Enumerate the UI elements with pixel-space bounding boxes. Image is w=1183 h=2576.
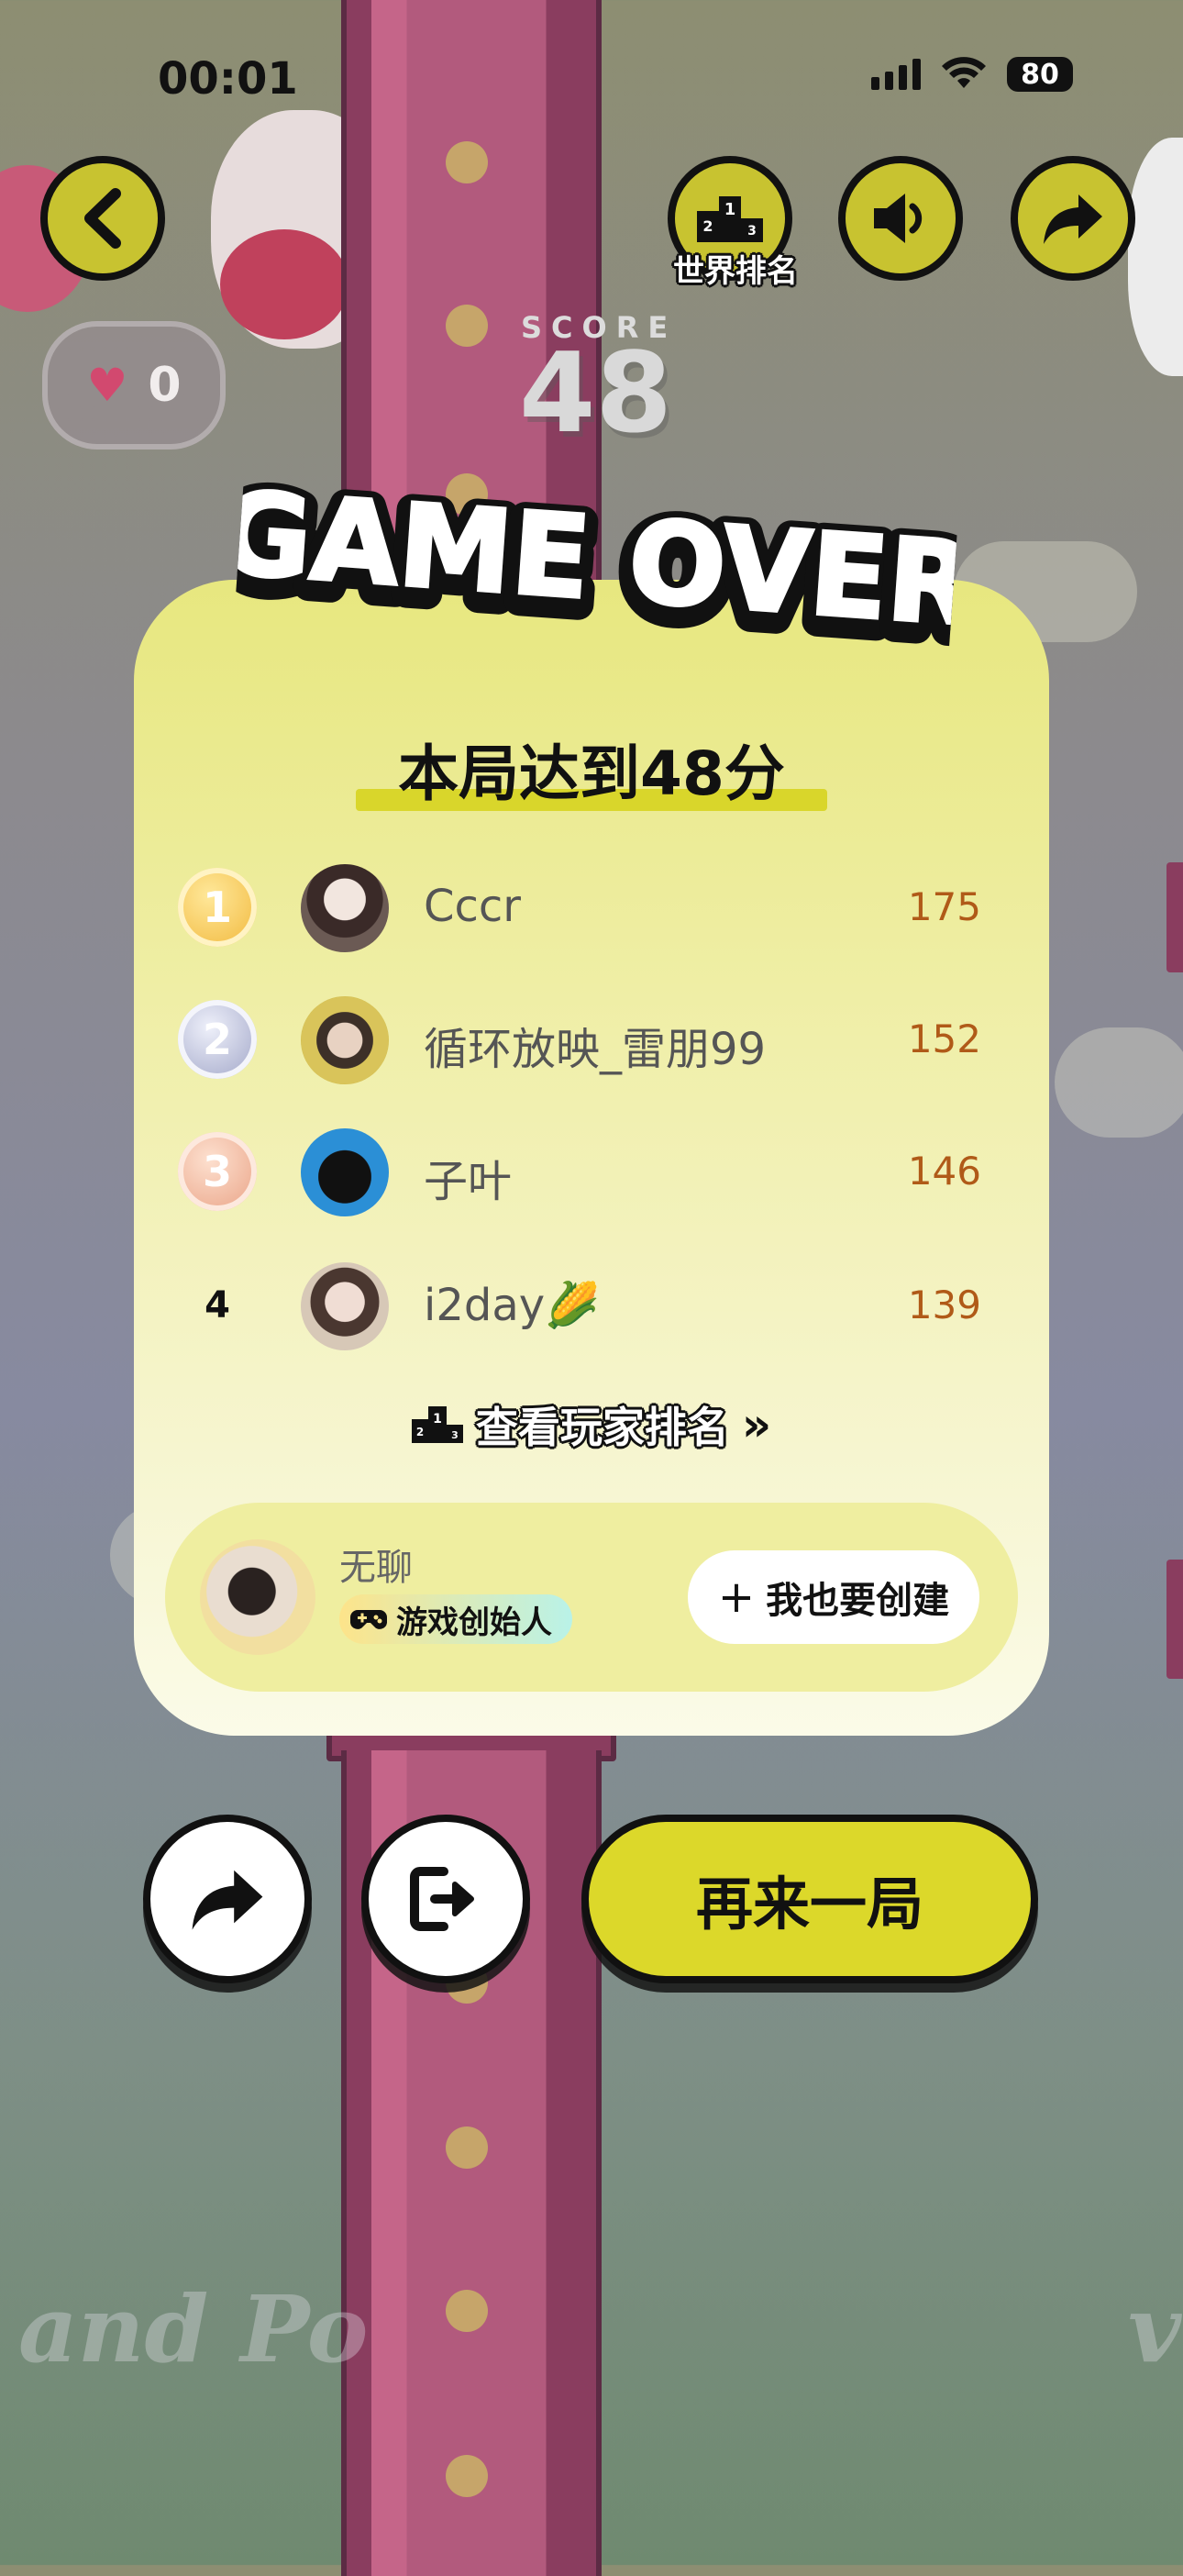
chevron-left-icon [84,188,121,249]
bg-pipe-edge [1166,862,1183,972]
back-button[interactable] [40,156,165,281]
share-button[interactable] [1011,156,1135,281]
cloud [1055,1027,1183,1138]
bg-script-text: and Po [18,2275,369,2383]
svg-text:2: 2 [416,1426,424,1438]
result-title: 本局达到48分 [398,738,785,809]
leaderboard-row[interactable]: 2 循环放映_雷朋99 152 [134,985,1049,1095]
leaderboard-row[interactable]: 4 i2day🌽 139 [134,1251,1049,1361]
heart-icon: ♥ [86,359,128,412]
status-icons: 80 [871,57,1073,92]
bronze-medal-icon: 3 [178,1132,257,1211]
leaderboard-row[interactable]: 1 Cccr 175 [134,853,1049,963]
avatar [301,1128,389,1216]
cellular-signal-icon [871,59,921,90]
wifi-icon [942,57,986,88]
lives-counter: ♥ 0 [42,321,226,450]
leaderboard-row[interactable]: 3 子叶 146 [134,1117,1049,1227]
speaker-icon [874,194,923,243]
player-name: i2day🌽 [424,1280,600,1331]
podium-icon: 1 2 3 [411,1406,463,1443]
podium-icon: 1 2 3 [697,196,763,242]
result-card: 本局达到48分 1 Cccr 175 2 循环放映_雷朋99 152 3 子叶 … [134,580,1049,1736]
double-chevron-right-icon: » [741,1398,772,1451]
world-rank-label[interactable]: 世界排名 [662,246,809,291]
share-arrow-icon [192,1870,263,1930]
exit-icon [410,1867,474,1931]
bg-character-blob [1128,138,1183,376]
bg-pipe-edge [1166,1560,1183,1679]
gold-medal-icon: 1 [178,868,257,947]
score-value: 48 [519,330,672,458]
player-name: Cccr [424,881,522,932]
pipe-dot [446,2455,488,2497]
pipe-dot [446,2290,488,2332]
play-again-button[interactable]: 再来一局 [581,1815,1038,1983]
bg-character-blob [220,229,348,339]
player-score: 175 [907,884,981,929]
game-over-title: GAME OVER [233,467,959,651]
silver-medal-icon: 2 [178,1000,257,1079]
svg-text:3: 3 [747,224,757,239]
plus-icon: + [717,1571,756,1623]
svg-text:1: 1 [433,1412,442,1427]
player-score: 146 [907,1149,981,1194]
exit-button[interactable] [361,1815,530,1983]
view-ranking-label: 查看玩家排名 [475,1403,729,1452]
player-score: 139 [907,1282,981,1327]
gamepad-icon [350,1610,387,1629]
pipe-dot [446,2126,488,2169]
creator-badge-label: 游戏创始人 [396,1604,552,1641]
player-name: 循环放映_雷朋99 [424,1024,767,1075]
share-result-button[interactable] [143,1815,312,1983]
pipe-dot [446,305,488,347]
svg-text:1: 1 [724,200,736,219]
player-name: 子叶 [424,1156,513,1207]
view-ranking-link[interactable]: 1 2 3 查看玩家排名 » [134,1394,1049,1455]
battery-icon: 80 [1007,57,1073,92]
create-game-button[interactable]: + 我也要创建 [688,1550,979,1644]
creator-name: 无聊 [339,1547,413,1589]
status-time: 00:01 [158,53,298,105]
avatar [301,864,389,952]
bg-script-text: v [1128,2275,1182,2383]
pipe-dot [446,141,488,183]
lives-count: 0 [148,358,182,413]
creator-avatar[interactable] [200,1539,315,1655]
sound-button[interactable] [838,156,963,281]
creator-panel: 无聊 游戏创始人 + 我也要创建 [165,1503,1018,1692]
svg-text:3: 3 [451,1429,459,1441]
avatar [301,1262,389,1350]
share-arrow-icon [1044,194,1102,244]
rank-number: 4 [205,1284,230,1327]
creator-badge: 游戏创始人 [339,1594,572,1644]
player-score: 152 [907,1016,981,1061]
avatar [301,996,389,1084]
svg-text:2: 2 [702,217,713,235]
create-game-label: 我也要创建 [766,1580,950,1622]
